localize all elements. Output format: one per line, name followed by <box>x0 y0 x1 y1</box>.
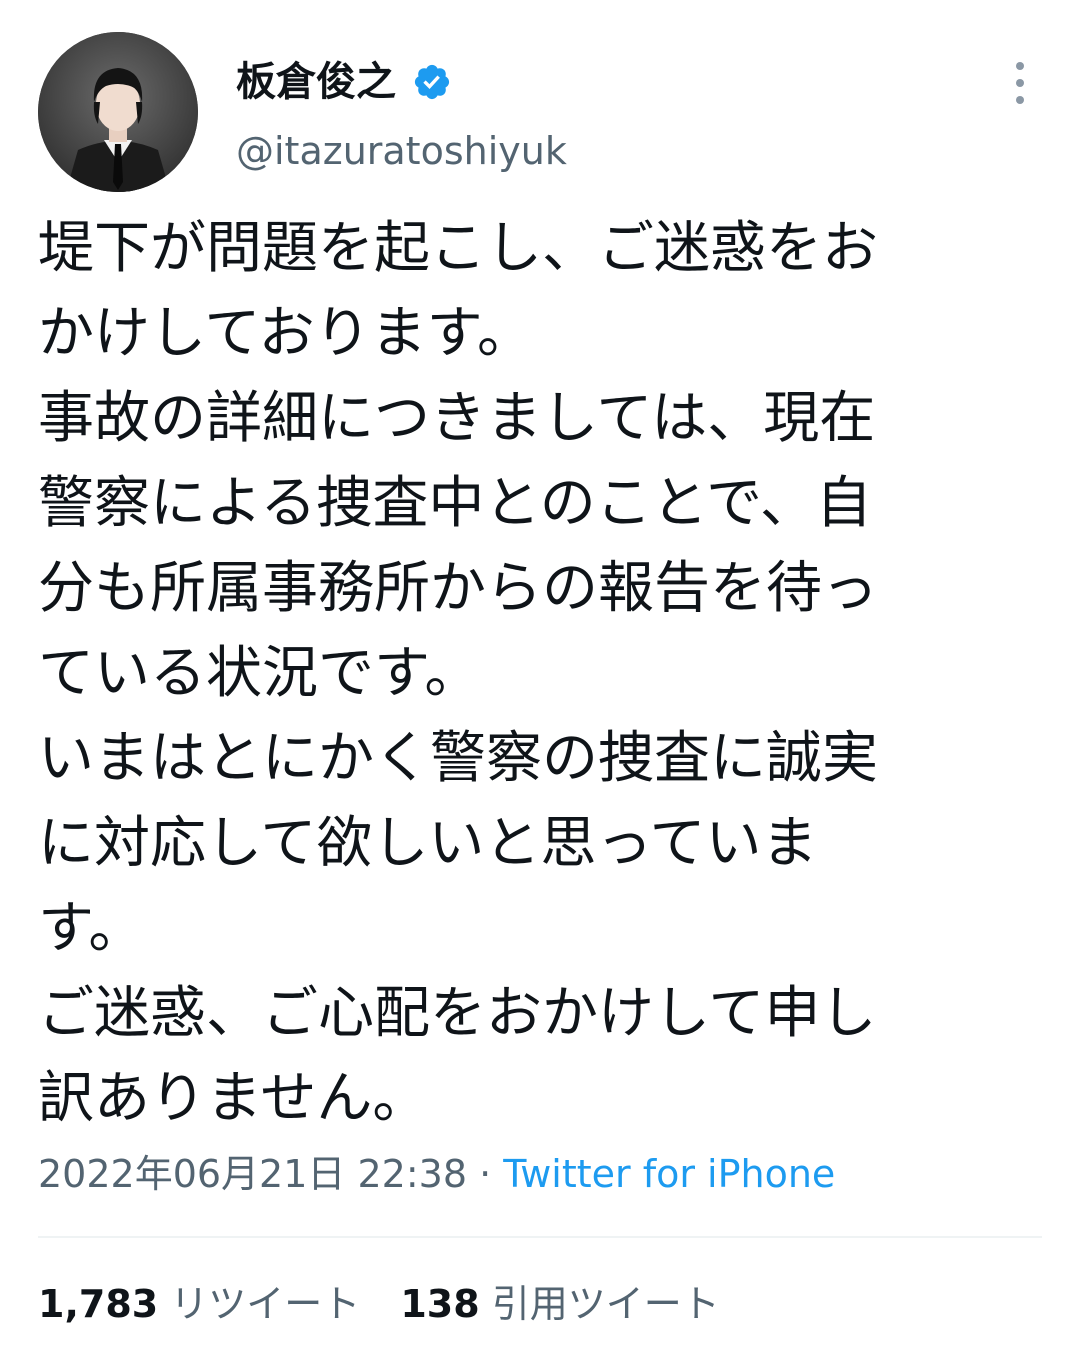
quote-tweets-stat[interactable]: 138 引用ツイート <box>400 1282 719 1326</box>
tweet-meta: 2022年06月21日 22:38 · Twitter for iPhone <box>38 1146 835 1202</box>
tweet-text-line: 事故の詳細につきましては、現在 <box>38 386 876 451</box>
avatar[interactable] <box>38 32 198 192</box>
tweet-stats: 1,783 リツイート 138 引用ツイート <box>38 1276 720 1332</box>
tweet-text: 堤下が問題を起こし、ご迷惑をお かけしております。 事故の詳細につきましては、現… <box>38 206 1048 1141</box>
tweet-header: 板倉俊之 @itazuratoshiyuk <box>38 32 1042 194</box>
avatar-image <box>38 32 198 192</box>
tweet-text-line: ている状況です。 <box>38 641 481 706</box>
verified-badge-icon <box>412 62 452 102</box>
tweet-text-line: に対応して欲しいと思っていま <box>38 811 818 876</box>
tweet-text-line: かけしております。 <box>38 301 534 366</box>
meta-separator: · <box>467 1152 504 1196</box>
tweet-text-line: ご迷惑、ご心配をおかけして申し <box>38 981 877 1046</box>
quote-tweets-label: 引用ツイート <box>491 1282 720 1326</box>
tweet-source-link[interactable]: Twitter for iPhone <box>503 1152 835 1196</box>
tweet-text-line: 訳ありません。 <box>38 1066 429 1131</box>
retweets-label: リツイート <box>170 1282 361 1326</box>
quote-tweets-count: 138 <box>400 1282 480 1326</box>
author-display-name[interactable]: 板倉俊之 <box>236 54 396 110</box>
tweet-text-line: 分も所属事務所からの報告を待っ <box>38 556 878 621</box>
author-handle[interactable]: @itazuratoshiyuk <box>236 124 567 178</box>
tweet-text-line: 堤下が問題を起こし、ご迷惑をお <box>38 216 878 281</box>
tweet-detail: 板倉俊之 @itazuratoshiyuk 堤下が問題を起こし、ご迷惑をお かけ… <box>0 0 1080 1359</box>
retweets-stat[interactable]: 1,783 リツイート <box>38 1282 360 1326</box>
retweets-count: 1,783 <box>38 1282 159 1326</box>
tweet-text-line: 警察による捜査中とのことで、自 <box>38 471 872 536</box>
divider <box>38 1236 1042 1238</box>
more-vertical-icon[interactable] <box>1008 58 1032 108</box>
author-name-row[interactable]: 板倉俊之 <box>236 54 452 110</box>
tweet-text-line: いまはとにかく警察の捜査に誠実 <box>38 726 878 791</box>
tweet-timestamp[interactable]: 2022年06月21日 22:38 <box>38 1152 467 1196</box>
tweet-text-line: す。 <box>38 896 145 961</box>
